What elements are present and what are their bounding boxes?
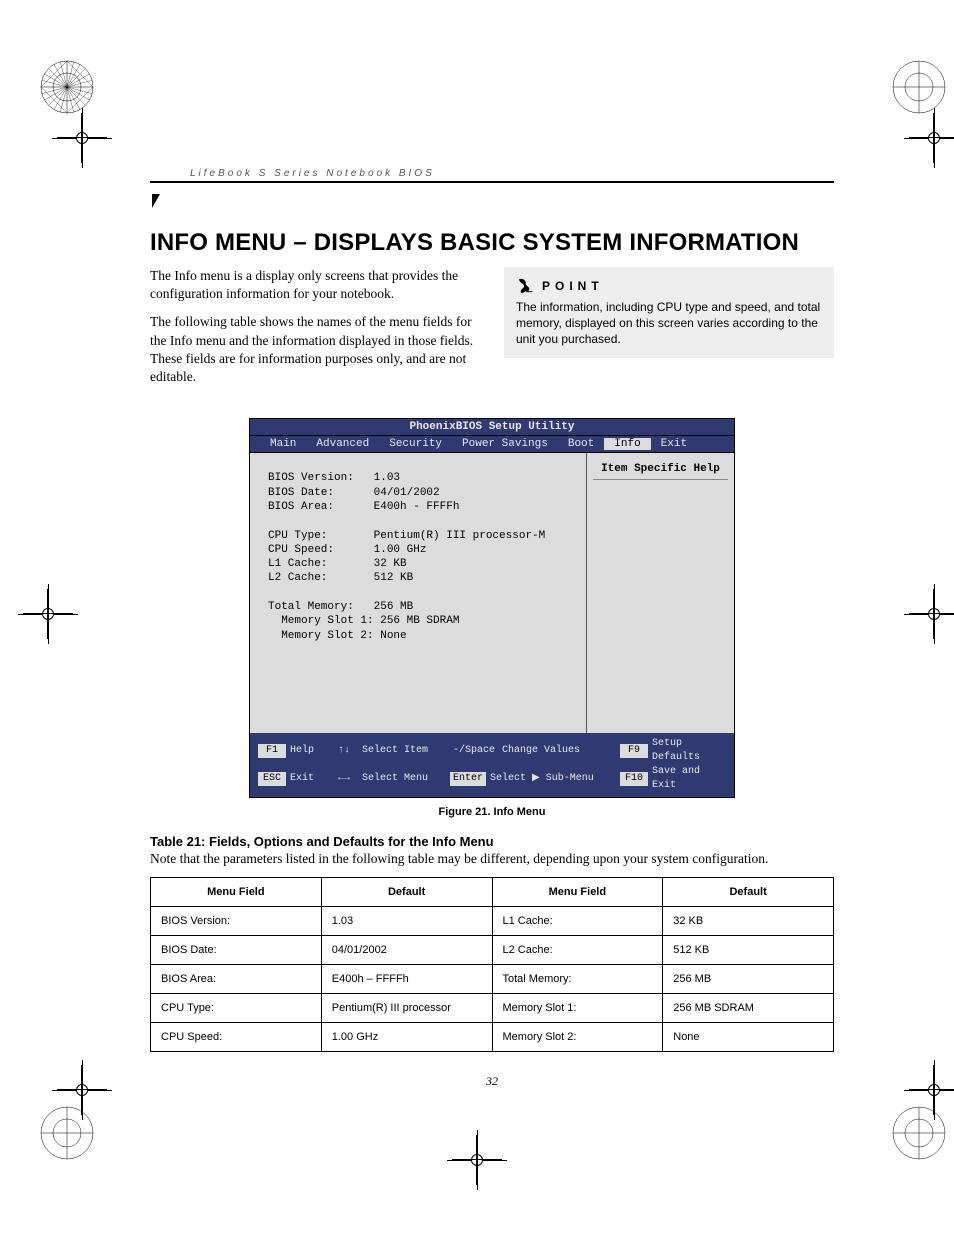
table-cell: BIOS Version: <box>151 907 322 936</box>
table-cell: 04/01/2002 <box>321 936 492 965</box>
crop-mark-icon <box>52 108 112 168</box>
foot-help: Help <box>290 744 314 758</box>
bios-tab-advanced: Advanced <box>306 438 379 450</box>
col-default: Default <box>663 878 834 907</box>
bios-footer: F1 Help ↑↓ Select Item -/Space Change Value… <box>250 733 734 797</box>
bios-tab-main: Main <box>260 438 306 450</box>
bios-screenshot: PhoenixBIOS Setup Utility MainAdvancedSe… <box>249 418 735 798</box>
key-enter: Enter <box>450 772 486 786</box>
table-cell: Memory Slot 1: <box>492 994 663 1023</box>
bios-help-panel: Item Specific Help <box>586 453 734 733</box>
bios-tab-power-savings: Power Savings <box>452 438 558 450</box>
foot-save: Save and Exit <box>652 765 726 793</box>
table-row: CPU Type:Pentium(R) III processorMemory … <box>151 994 834 1023</box>
table-cell: CPU Speed: <box>151 1023 322 1052</box>
key-arrows-v: ↑↓ <box>330 744 358 758</box>
reg-mark-icon <box>40 60 94 114</box>
foot-submenu: Select ▶ Sub-Menu <box>490 772 594 786</box>
table-cell: E400h – FFFFh <box>321 965 492 994</box>
foot-select-item: Select Item <box>362 744 428 758</box>
foot-change: Change Values <box>502 744 580 758</box>
bios-tab-security: Security <box>379 438 452 450</box>
table-note: Note that the parameters listed in the f… <box>150 851 834 867</box>
intro-p2: The following table shows the names of t… <box>150 313 480 386</box>
table-cell: 1.00 GHz <box>321 1023 492 1052</box>
intro-left: The Info menu is a display only screens … <box>150 267 480 396</box>
defaults-table: Menu Field Default Menu Field Default BI… <box>150 877 834 1052</box>
table-cell: L2 Cache: <box>492 936 663 965</box>
crop-mark-icon <box>914 108 954 168</box>
col-menu-field: Menu Field <box>492 878 663 907</box>
running-head: LifeBook S Series Notebook BIOS <box>150 168 834 183</box>
caret-icon <box>152 194 160 208</box>
key-arrows-h: ←→ <box>330 772 358 786</box>
table-cell: Memory Slot 2: <box>492 1023 663 1052</box>
key-esc: ESC <box>258 772 286 786</box>
figure-caption: Figure 21. Info Menu <box>150 806 834 818</box>
table-cell: 256 MB <box>663 965 834 994</box>
table-row: BIOS Version:1.03L1 Cache:32 KB <box>151 907 834 936</box>
table-row: BIOS Date:04/01/2002L2 Cache:512 KB <box>151 936 834 965</box>
bios-help-head: Item Specific Help <box>593 463 728 480</box>
reg-mark-icon <box>892 60 946 114</box>
table-cell: L1 Cache: <box>492 907 663 936</box>
page-title: INFO MENU – DISPLAYS BASIC SYSTEM INFORM… <box>150 229 834 257</box>
bios-info: BIOS Version: 1.03 BIOS Date: 04/01/2002… <box>250 453 586 733</box>
table-cell: CPU Type: <box>151 994 322 1023</box>
bios-tab-exit: Exit <box>651 438 697 450</box>
table-row: CPU Speed:1.00 GHzMemory Slot 2:None <box>151 1023 834 1052</box>
crop-mark-icon <box>904 584 954 644</box>
table-cell: 32 KB <box>663 907 834 936</box>
table-cell: 1.03 <box>321 907 492 936</box>
col-default: Default <box>321 878 492 907</box>
table-cell: 256 MB SDRAM <box>663 994 834 1023</box>
bios-tab-info: Info <box>604 438 650 450</box>
table-title: Table 21: Fields, Options and Defaults f… <box>150 834 834 849</box>
crop-mark-icon <box>52 1060 112 1120</box>
foot-select-menu: Select Menu <box>362 772 428 786</box>
crop-mark-icon <box>447 1130 507 1190</box>
table-cell: BIOS Date: <box>151 936 322 965</box>
foot-defaults: Setup Defaults <box>652 737 726 765</box>
crop-mark-icon <box>914 1060 954 1120</box>
table-cell: None <box>663 1023 834 1052</box>
table-head: Menu Field Default Menu Field Default <box>151 878 834 907</box>
bios-tab-boot: Boot <box>558 438 604 450</box>
key-f9: F9 <box>620 744 648 758</box>
point-body: The information, including CPU type and … <box>516 299 822 348</box>
key-f1: F1 <box>258 744 286 758</box>
intro-right: POINT The information, including CPU typ… <box>504 267 834 396</box>
bios-title: PhoenixBIOS Setup Utility <box>250 419 734 436</box>
table-cell: 512 KB <box>663 936 834 965</box>
bios-tabs: MainAdvancedSecurityPower SavingsBootInf… <box>250 436 734 453</box>
key-f10: F10 <box>620 772 648 786</box>
table-cell: Pentium(R) III processor <box>321 994 492 1023</box>
table-cell: Total Memory: <box>492 965 663 994</box>
col-menu-field: Menu Field <box>151 878 322 907</box>
key-space: -/Space <box>450 744 498 758</box>
point-label: POINT <box>542 278 604 294</box>
point-callout: POINT The information, including CPU typ… <box>504 267 834 358</box>
crop-mark-icon <box>18 584 78 644</box>
table-cell: BIOS Area: <box>151 965 322 994</box>
point-icon <box>516 277 534 295</box>
page-number: 32 <box>150 1074 834 1089</box>
table-row: BIOS Area:E400h – FFFFhTotal Memory:256 … <box>151 965 834 994</box>
foot-exit: Exit <box>290 772 314 786</box>
intro-p1: The Info menu is a display only screens … <box>150 267 480 303</box>
